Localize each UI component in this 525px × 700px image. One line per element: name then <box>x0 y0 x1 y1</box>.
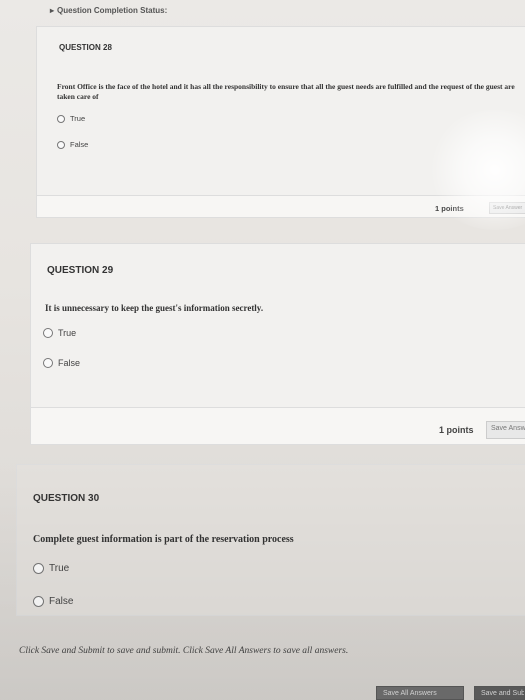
submit-instruction: Click Save and Submit to save and submit… <box>19 646 349 656</box>
save-answer-button[interactable]: Save Answer <box>486 421 525 439</box>
expand-arrow-icon: ▸ <box>50 6 55 15</box>
save-answer-button[interactable]: Save Answer <box>489 202 525 214</box>
test-page: ▸ Question Completion Status: QUESTION 28… <box>0 0 525 700</box>
option-false[interactable]: False <box>43 358 80 368</box>
save-all-answers-button[interactable]: Save All Answers <box>376 686 464 700</box>
question-text: It is unnecessary to keep the guest's in… <box>45 303 264 313</box>
question-30: QUESTION 30 Complete guest information i… <box>16 464 525 616</box>
question-number: QUESTION 28 <box>59 43 112 52</box>
radio-button[interactable] <box>57 114 65 123</box>
radio-button[interactable] <box>43 328 53 338</box>
question-number: QUESTION 29 <box>47 265 114 276</box>
option-label: False <box>49 596 74 607</box>
option-false[interactable]: False <box>57 140 88 149</box>
points-bar: 1 points Save Answer <box>31 407 525 444</box>
option-label: True <box>58 328 77 338</box>
status-label: Question Completion Status: <box>57 6 168 15</box>
radio-button[interactable] <box>57 140 65 149</box>
option-label: False <box>70 140 89 149</box>
question-29: QUESTION 29 It is unnecessary to keep th… <box>30 243 525 445</box>
save-and-submit-button[interactable]: Save and Submit <box>474 686 525 700</box>
option-label: True <box>70 114 86 123</box>
option-true[interactable]: True <box>57 114 85 123</box>
option-true[interactable]: True <box>33 563 69 574</box>
radio-button[interactable] <box>33 596 44 607</box>
option-false[interactable]: False <box>33 596 73 607</box>
option-label: False <box>58 358 81 368</box>
points-value: 1 points <box>435 204 464 213</box>
question-28: QUESTION 28 Front Office is the face of … <box>36 26 525 218</box>
points-value: 1 points <box>439 425 474 435</box>
question-text: Front Office is the face of the hotel an… <box>57 82 515 101</box>
question-text: Complete guest information is part of th… <box>33 534 294 545</box>
radio-button[interactable] <box>33 563 44 574</box>
option-label: True <box>49 563 70 574</box>
question-number: QUESTION 30 <box>33 493 100 504</box>
option-true[interactable]: True <box>43 328 76 338</box>
points-bar: 1 points Save Answer <box>37 195 525 217</box>
radio-button[interactable] <box>43 358 53 368</box>
question-completion-status[interactable]: ▸ Question Completion Status: <box>50 6 167 15</box>
